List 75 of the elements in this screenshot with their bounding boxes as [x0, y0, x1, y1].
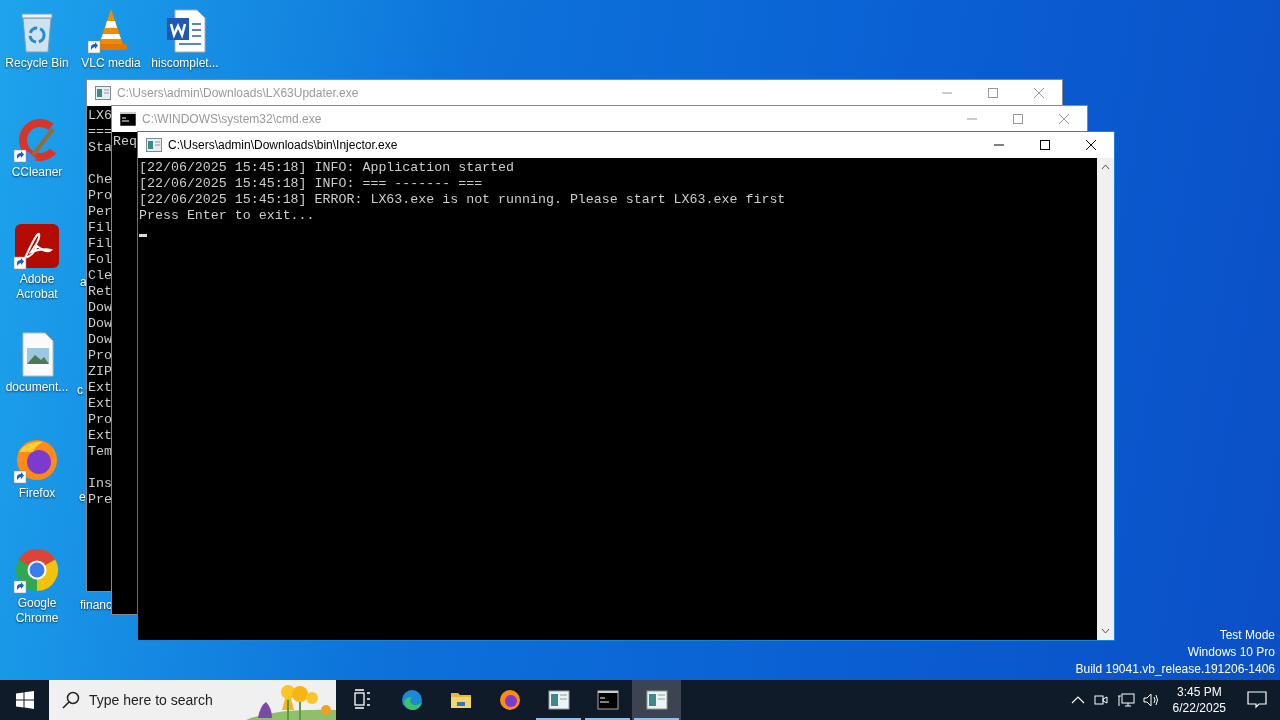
app-window-icon — [547, 689, 570, 711]
console-line: Req — [113, 134, 137, 150]
network-icon[interactable] — [1116, 692, 1135, 708]
console-line: Dow — [88, 300, 112, 316]
close-icon — [1059, 114, 1069, 124]
console-line: Sta — [88, 140, 112, 156]
icon-label[interactable]: document... — [0, 380, 74, 395]
window-title: C:\WINDOWS\system32\cmd.exe — [141, 111, 323, 128]
console-line: Tem — [88, 444, 112, 460]
chevron-up-icon[interactable] — [1070, 695, 1085, 705]
firefox-icon — [498, 689, 521, 711]
icon-label[interactable]: Adobe Acrobat — [0, 272, 74, 302]
icon-label[interactable]: Firefox — [0, 486, 74, 501]
speaker-icon[interactable] — [1142, 692, 1161, 708]
pdf-icon[interactable] — [13, 222, 61, 270]
console-line: [22/06/2025 15:45:18] INFO: === ------- === — [139, 176, 483, 192]
console-line: Fol — [88, 252, 112, 268]
icon-label[interactable]: Recycle Bin — [0, 56, 74, 71]
console-line: Ins — [88, 476, 112, 492]
edge-icon — [400, 689, 423, 711]
maximize-icon — [1013, 114, 1023, 124]
console-line: Dow — [88, 316, 112, 332]
search-icon — [62, 691, 80, 709]
console-line: Che — [88, 172, 112, 188]
app-window-icon — [645, 689, 668, 711]
taskbar-button[interactable] — [632, 680, 681, 720]
icon-label[interactable]: c — [77, 383, 83, 398]
console-line: Ext — [88, 380, 112, 396]
console-line: === — [88, 124, 112, 140]
console-line: Pre — [88, 492, 112, 508]
close-icon — [1034, 88, 1044, 98]
console-line: Pro — [88, 188, 112, 204]
window-title: C:\Users\admin\Downloads\LX63Updater.exe — [116, 85, 360, 102]
console-line: [22/06/2025 15:45:18] INFO: Application started — [139, 160, 515, 176]
icon-label[interactable]: CCleaner — [0, 165, 74, 180]
console-line: Fil — [88, 236, 112, 252]
console-line: ZIP — [88, 364, 112, 380]
system-watermark-text: Build 19041.vb_release.191206-1406 — [1075, 661, 1275, 678]
notifications-icon[interactable] — [1247, 691, 1267, 709]
console-line: Dow — [88, 332, 112, 348]
console-line: [22/06/2025 15:45:18] ERROR: LX63.exe is not running. Please start LX63.exe first — [139, 192, 786, 208]
system-watermark-text: Test Mode — [1219, 627, 1275, 644]
icon-label[interactable]: Google Chrome — [0, 596, 74, 626]
window-title: C:\Users\admin\Downloads\bin\Injector.exe — [167, 137, 399, 154]
console-line: LX6 — [88, 108, 112, 124]
clock-date: 6/22/2025 — [1172, 700, 1226, 716]
console-line: Ext — [88, 396, 112, 412]
clock-time: 3:45 PM — [1175, 684, 1223, 700]
app-window-icon — [95, 86, 111, 100]
terminal-icon — [120, 112, 136, 126]
console-line: Ext — [88, 428, 112, 444]
icon-label[interactable]: financ — [80, 598, 113, 613]
terminal-icon — [596, 689, 619, 711]
console-line: Pro — [88, 348, 112, 364]
scrollbar[interactable] — [1097, 158, 1114, 640]
close-icon — [1086, 140, 1096, 150]
console-line: Cle — [88, 268, 112, 284]
console-line: Ret — [88, 284, 112, 300]
console-line: Press Enter to exit... — [139, 208, 315, 224]
icon-label[interactable]: VLC media — [74, 56, 148, 71]
icon-label[interactable]: e — [79, 490, 86, 505]
clock[interactable]: 3:45 PM 6/22/2025 — [1164, 680, 1234, 720]
system-watermark-text: Windows 10 Pro — [1187, 644, 1275, 661]
camera-icon[interactable] — [1092, 692, 1109, 708]
search-box[interactable]: Type here to search — [49, 680, 336, 720]
console-line: Per — [88, 204, 112, 220]
windows-logo-icon — [15, 691, 34, 709]
chrome-icon[interactable] — [13, 546, 61, 594]
app-window-icon — [146, 138, 162, 152]
icon-label[interactable]: hiscomplet... — [148, 56, 222, 71]
console-line: Fil — [88, 220, 112, 236]
console-line: Pro — [88, 412, 112, 428]
maximize-icon — [1040, 140, 1050, 150]
icon-label[interactable]: a — [80, 275, 87, 290]
maximize-icon — [988, 88, 998, 98]
